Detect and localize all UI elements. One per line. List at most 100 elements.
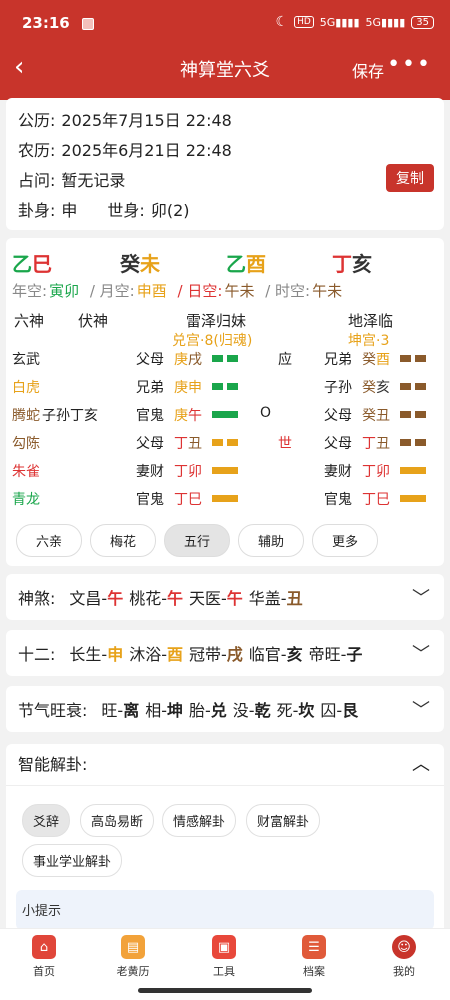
solar-date-row: 公历: 2025年7月15日 22:48	[18, 106, 432, 136]
pill-career[interactable]: 事业学业解卦	[22, 844, 123, 877]
main-yao	[212, 378, 238, 394]
question-row: 占问: 暂无记录	[18, 166, 432, 196]
ganzhi-label: 庚戌	[174, 352, 202, 368]
calendar-icon: ▤	[121, 935, 145, 959]
year-kong-value: 寅卯	[49, 282, 80, 300]
liuqin-label: 妻财	[136, 464, 164, 480]
chevron-down-icon[interactable]: ﹀	[412, 696, 430, 722]
main-yao	[212, 462, 238, 478]
tab-liuqin[interactable]: 六亲	[16, 524, 82, 557]
nav-home[interactable]: ⌂ 首页	[9, 935, 79, 979]
battery-icon: 35	[411, 15, 434, 29]
kong-row: 年空: 寅卯 / 月空: 申酉 / 日空: 午未 / 时空: 午未	[12, 280, 344, 301]
liushen-label: 腾蛇	[12, 408, 40, 424]
pill-wealth[interactable]: 财富解卦	[246, 804, 321, 837]
changed-yang-bar	[400, 466, 426, 474]
shier-item: 沐浴-酉	[129, 645, 183, 664]
chevron-up-icon[interactable]: ︿	[412, 744, 430, 786]
shier-label: 十二:	[18, 645, 56, 664]
tab-wuxing[interactable]: 五行	[164, 524, 230, 557]
year-ganzhi: 乙巳	[12, 248, 52, 277]
tab-meihua[interactable]: 梅花	[90, 524, 156, 557]
changed-yin-bar	[400, 434, 426, 450]
nav-mine-label: 我的	[393, 965, 415, 978]
ganzhi-label: 庚午	[174, 408, 202, 424]
pill-yaoci[interactable]: 爻辞	[22, 804, 71, 837]
main-yao	[212, 350, 238, 366]
changed-ganzhi-label: 癸酉	[362, 352, 390, 368]
info-card: 公历: 2025年7月15日 22:48 农历: 2025年6月21日 22:48 …	[6, 98, 444, 230]
main-yao	[212, 490, 238, 506]
nav-home-label: 首页	[33, 965, 55, 978]
hour-branch: 亥	[352, 252, 372, 276]
changed-yao	[400, 406, 426, 422]
app-notification-icon	[82, 18, 94, 30]
changed-yao	[400, 462, 426, 478]
pill-emotion[interactable]: 情感解卦	[162, 804, 237, 837]
nav-tools-label: 工具	[213, 965, 235, 978]
toolbox-icon: ▣	[212, 935, 236, 959]
nav-tools[interactable]: ▣ 工具	[189, 935, 259, 979]
lunar-label: 农历:	[18, 141, 56, 160]
solar-label: 公历:	[18, 111, 56, 130]
changed-ganzhi-label: 丁卯	[362, 464, 390, 480]
nav-mine[interactable]: ☺ 我的	[369, 935, 439, 979]
hexagram-line: 青龙 官鬼 丁巳 官鬼 丁巳	[12, 486, 438, 512]
liushen-label: 白虎	[12, 380, 40, 396]
shier-item: 帝旺-子	[308, 645, 363, 664]
main-yin-bar	[212, 350, 238, 366]
changed-yao	[400, 350, 426, 366]
tab-more[interactable]: 更多	[312, 524, 378, 557]
changed-liuqin-label: 父母	[324, 436, 352, 452]
lunar-value: 2025年6月21日 22:48	[61, 141, 232, 160]
shier-row[interactable]: 十二: 长生-申 沐浴-酉 冠带-戌 临官-亥 帝旺-子 ﹀	[6, 630, 444, 676]
jieqi-row[interactable]: 节气旺衰: 旺-离 相-坤 胎-兑 没-乾 死-坎 囚-艮 ﹀	[6, 686, 444, 732]
changed-liuqin-label: 子孙	[324, 380, 352, 396]
moon-icon: ☾	[275, 14, 289, 30]
ganzhi-label: 丁丑	[174, 436, 202, 452]
tip-box: 小提示	[16, 890, 434, 930]
jieqi-item: 胎-兑	[189, 701, 227, 720]
changed-ganzhi-label: 癸亥	[362, 380, 390, 396]
body-row: 卦身: 申 世身: 卯(2)	[18, 196, 432, 226]
liuqin-label: 父母	[136, 352, 164, 368]
changed-yao	[400, 434, 426, 450]
question-value: 暂无记录	[61, 171, 126, 190]
year-kong-label: 年空:	[12, 282, 48, 300]
main-yang-bar	[212, 466, 238, 474]
nav-almanac[interactable]: ▤ 老黄历	[98, 935, 168, 979]
pill-gaodao[interactable]: 高岛易断	[80, 804, 155, 837]
month-stem: 癸	[120, 252, 140, 276]
ganzhi-label: 庚申	[174, 380, 202, 396]
ai-card: 智能解卦: ︿ 爻辞 高岛易断 情感解卦 财富解卦 事业学业解卦 小提示	[6, 744, 444, 934]
chevron-down-icon[interactable]: ﹀	[412, 640, 430, 666]
changed-liuqin-label: 父母	[324, 408, 352, 424]
changed-yao	[400, 378, 426, 394]
jieqi-item: 没-乾	[232, 701, 271, 720]
liushen-header: 六神	[14, 312, 45, 330]
status-time: 23:16	[22, 14, 70, 32]
save-button[interactable]: 保存	[352, 58, 384, 82]
changed-liuqin-label: 兄弟	[324, 352, 352, 368]
chevron-down-icon[interactable]: ﹀	[412, 584, 430, 610]
jieqi-label: 节气旺衰:	[18, 701, 88, 720]
changed-yao	[400, 490, 426, 506]
changed-yin-bar	[400, 406, 426, 422]
copy-button[interactable]: 复制	[386, 164, 434, 192]
yao-mark: 世	[278, 436, 292, 452]
avatar-icon: ☺	[392, 935, 416, 959]
ai-header[interactable]: 智能解卦: ︿	[6, 744, 444, 786]
more-icon[interactable]: •••	[387, 52, 432, 78]
home-indicator[interactable]	[138, 988, 312, 993]
shier-item: 长生-申	[69, 645, 124, 664]
tab-fuzhu[interactable]: 辅助	[238, 524, 304, 557]
fushen-label: 子孙丁亥	[42, 408, 98, 424]
nav-archive[interactable]: ☰ 档案	[279, 935, 349, 979]
main-yang-bar	[212, 410, 238, 418]
liushen-label: 朱雀	[12, 464, 40, 480]
top-bar: 23:16 ☾ HD 5G▮▮▮▮ 5G▮▮▮▮ 35 ‹ 神算堂六爻 保存 •…	[0, 0, 450, 100]
shensha-row[interactable]: 神煞: 文昌-午 桃花-午 天医-午 华盖-丑 ﹀	[6, 574, 444, 620]
view-tabs: 六亲 梅花 五行 辅助 更多	[16, 524, 378, 557]
network-label: 5G	[319, 15, 336, 29]
shishen-label: 世身:	[107, 201, 145, 220]
